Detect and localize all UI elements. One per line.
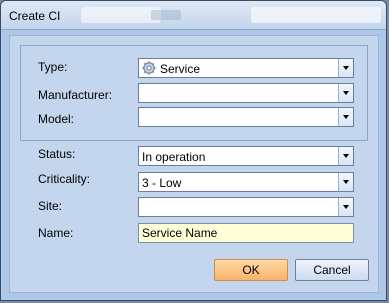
status-dropdown[interactable]: In operation [138, 146, 354, 166]
manufacturer-dropdown-button[interactable] [338, 84, 353, 102]
ok-button[interactable]: OK [214, 259, 288, 281]
name-field[interactable] [138, 223, 354, 243]
criticality-dropdown-button[interactable] [338, 173, 353, 191]
title-bar-decoration [81, 7, 161, 23]
site-label: Site: [38, 199, 63, 213]
create-ci-dialog: Create CI Type: Service Manufacturer: Mo… [0, 0, 387, 301]
window-title: Create CI [9, 9, 61, 23]
title-bar[interactable]: Create CI [1, 1, 386, 30]
chevron-down-icon [343, 180, 349, 184]
chevron-down-icon [343, 66, 349, 70]
status-value: In operation [142, 150, 206, 164]
manufacturer-label: Manufacturer: [38, 88, 113, 102]
chevron-down-icon [343, 154, 349, 158]
type-dropdown-button[interactable] [338, 59, 353, 77]
title-bar-decoration [251, 7, 381, 23]
model-dropdown-button[interactable] [338, 108, 353, 126]
chevron-down-icon [343, 115, 349, 119]
name-label: Name: [38, 226, 74, 240]
type-value: Service [160, 62, 201, 76]
status-dropdown-button[interactable] [338, 147, 353, 165]
name-input[interactable] [139, 224, 353, 242]
gear-icon [142, 61, 156, 75]
criticality-dropdown[interactable]: 3 - Low [138, 172, 354, 192]
site-dropdown-button[interactable] [338, 198, 353, 216]
cancel-button[interactable]: Cancel [295, 259, 369, 281]
title-bar-decoration [151, 10, 181, 20]
criticality-label: Criticality: [38, 172, 91, 186]
model-dropdown[interactable] [138, 107, 354, 127]
criticality-value: 3 - Low [142, 176, 182, 190]
type-label: Type: [38, 60, 68, 74]
site-dropdown[interactable] [138, 197, 354, 217]
dialog-body: Type: Service Manufacturer: Model: Statu… [9, 35, 379, 293]
status-label: Status: [38, 147, 76, 161]
manufacturer-dropdown[interactable] [138, 83, 354, 103]
chevron-down-icon [343, 205, 349, 209]
model-label: Model: [38, 112, 75, 126]
chevron-down-icon [343, 91, 349, 95]
type-dropdown[interactable]: Service [138, 58, 354, 78]
